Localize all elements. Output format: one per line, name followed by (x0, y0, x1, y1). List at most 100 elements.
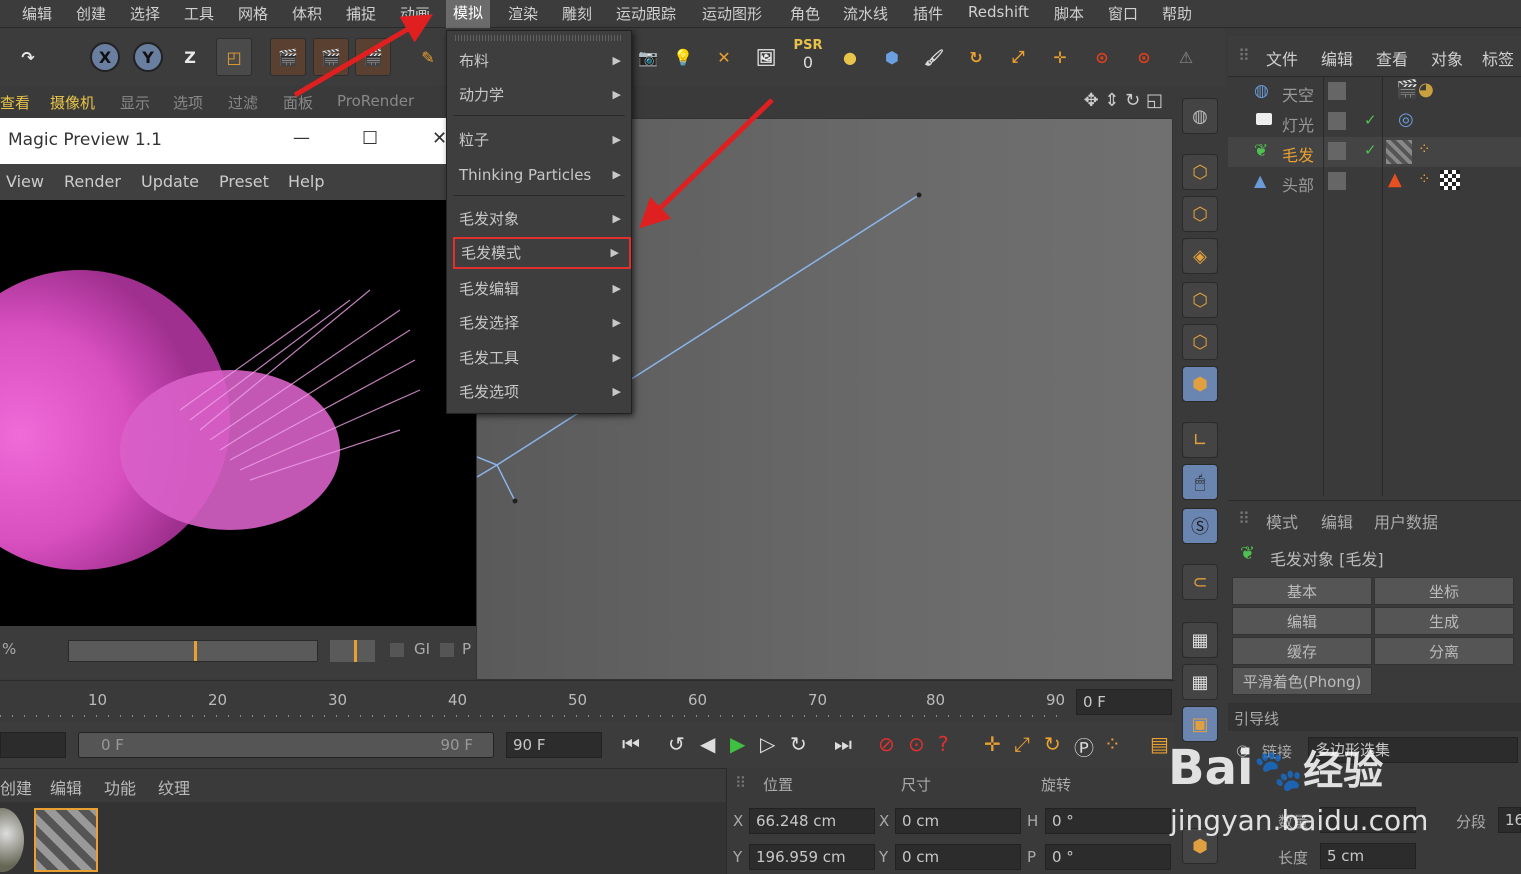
tab-basic[interactable]: 基本 (1232, 577, 1372, 605)
object-row[interactable]: ◍ 天空 🎬 ◕ (1228, 77, 1521, 107)
edges-mode-icon[interactable]: ⬡ (1182, 324, 1218, 360)
om-menu-tags[interactable]: 标签 (1482, 46, 1514, 70)
tab-phong[interactable]: 平滑着色(Phong) (1232, 667, 1372, 695)
size-x-field[interactable]: 0 cm (895, 808, 1021, 834)
autokey-icon[interactable]: ⊙ (908, 732, 925, 756)
am-menu-edit[interactable]: 编辑 (1321, 509, 1353, 533)
material-tag-icon[interactable]: ◕ (1418, 79, 1434, 100)
length-label: 长度 (1278, 849, 1309, 867)
am-menu-user-data[interactable]: 用户数据 (1374, 509, 1438, 533)
range-start-label: 0 F (101, 736, 124, 754)
key-pla-icon[interactable]: ⁘ (1104, 732, 1121, 756)
paw-icon: 🐾 (1253, 748, 1304, 794)
viewport-solo-icon[interactable]: ◍ (1182, 98, 1218, 134)
key-scale-icon[interactable]: ⤢ (1014, 732, 1030, 756)
om-menu-view[interactable]: 查看 (1376, 46, 1408, 70)
compositing-tag-icon[interactable]: 🎬 (1396, 79, 1418, 100)
record-icon[interactable]: ⊘ (878, 732, 895, 756)
selection-tag-icon[interactable]: ⁘ (1418, 140, 1431, 158)
layer-icon[interactable] (1328, 172, 1346, 190)
model-mode-icon[interactable]: ⬡ (1182, 154, 1218, 190)
material-swatch[interactable] (0, 808, 24, 872)
rot-p-label: P (1027, 848, 1037, 866)
mat-menu-edit[interactable]: 编辑 (50, 775, 82, 799)
end-frame-field[interactable]: 90 F (506, 732, 602, 758)
prev-frame-icon[interactable]: ◀ (700, 732, 715, 756)
object-name[interactable]: 天空 (1282, 82, 1314, 106)
mat-menu-function[interactable]: 功能 (104, 775, 136, 799)
texture-mode-icon[interactable]: ⬡ (1182, 196, 1218, 232)
current-frame-field[interactable]: 0 F (1076, 689, 1172, 715)
size-y-label: Y (879, 848, 889, 866)
grip-icon: ⠿ (1238, 46, 1250, 65)
timeline-tick-label: 80 (926, 691, 946, 709)
target-tag-icon[interactable]: ◎ (1398, 109, 1414, 130)
polygons-mode-icon[interactable]: ⬢ (1182, 366, 1218, 402)
object-name[interactable]: 灯光 (1282, 112, 1314, 136)
tab-edit[interactable]: 编辑 (1232, 607, 1372, 635)
hair-material-tag-icon[interactable] (1386, 140, 1412, 164)
object-name[interactable]: 毛发 (1282, 142, 1314, 166)
next-key-icon[interactable]: ↻ (790, 732, 807, 756)
watermark-brand2: 经验 (1303, 748, 1384, 794)
rot-p-field[interactable]: 0 ° (1045, 844, 1171, 870)
om-menu-file[interactable]: 文件 (1266, 46, 1298, 70)
layer-icon[interactable] (1328, 142, 1346, 160)
key-rotation-icon[interactable]: ↻ (1044, 732, 1061, 756)
timeline-ruler[interactable]: 10 20 30 40 50 60 70 80 90 0 F (0, 680, 1175, 720)
object-row-selected[interactable]: ❦ 毛发 ✓ ⁘ (1228, 137, 1521, 167)
tab-coordinates[interactable]: 坐标 (1374, 577, 1514, 605)
planar-workplane-icon[interactable]: ▦ (1182, 664, 1218, 700)
key-position-icon[interactable]: ✛ (984, 732, 1001, 756)
locked-workplane-icon[interactable]: ▦ (1182, 622, 1218, 658)
play-icon[interactable]: ▶ (730, 732, 745, 756)
go-to-end-icon[interactable]: ⏭ (834, 732, 852, 756)
object-row[interactable]: 灯光 ✓ ◎ (1228, 107, 1521, 137)
segment-field[interactable]: 16 (1498, 807, 1521, 833)
enabled-check-icon[interactable]: ✓ (1364, 141, 1377, 159)
go-to-start-icon[interactable]: ⏮ (622, 732, 640, 756)
timeline-window-icon[interactable]: ▤ (1150, 732, 1169, 756)
mat-menu-texture[interactable]: 纹理 (158, 775, 190, 799)
length-field[interactable]: 5 cm (1320, 843, 1416, 869)
layer-icon[interactable] (1328, 112, 1346, 130)
timeline-tick-label: 60 (688, 691, 708, 709)
tab-cache[interactable]: 缓存 (1232, 637, 1372, 665)
keyframe-selection-icon[interactable]: ? (938, 732, 949, 756)
pos-x-field[interactable]: 66.248 cm (749, 808, 875, 834)
timeline-tick-label: 30 (328, 691, 348, 709)
uvw-tag-icon[interactable] (1440, 170, 1460, 190)
coord-header-rotation: 旋转 (1041, 776, 1072, 794)
watermark-url: jingyan.baidu.com (1170, 804, 1429, 837)
key-param-icon[interactable]: Ⓟ (1074, 732, 1094, 761)
layer-icon[interactable] (1328, 82, 1346, 100)
next-frame-icon[interactable]: ▷ (760, 732, 775, 756)
am-menu-mode[interactable]: 模式 (1266, 509, 1298, 533)
render-region-icon[interactable]: ▣ (1182, 706, 1218, 742)
size-y-field[interactable]: 0 cm (895, 844, 1021, 870)
frame-range-slider[interactable]: 0 F 90 F (78, 732, 494, 758)
workplane-icon[interactable]: ◈ (1182, 238, 1218, 274)
mat-menu-create[interactable]: 创建 (0, 775, 32, 799)
points-mode-icon[interactable]: ⬡ (1182, 282, 1218, 318)
tweak-mode-icon[interactable]: 🖱 (1182, 464, 1218, 500)
rot-h-field[interactable]: 0 ° (1045, 808, 1171, 834)
hair-material-swatch[interactable] (34, 808, 98, 872)
selection-tag-icon[interactable]: ⁘ (1418, 170, 1431, 188)
om-menu-edit[interactable]: 编辑 (1321, 46, 1353, 70)
tab-generate[interactable]: 生成 (1374, 607, 1514, 635)
pos-y-field[interactable]: 196.959 cm (749, 844, 875, 870)
om-column-divider (1323, 76, 1324, 496)
enabled-check-icon[interactable]: ✓ (1364, 111, 1377, 129)
snap-icon[interactable]: Ⓢ (1182, 508, 1218, 544)
magnet-icon[interactable]: ⊂ (1182, 564, 1218, 600)
prev-key-icon[interactable]: ↺ (668, 732, 685, 756)
tab-detach[interactable]: 分离 (1374, 637, 1514, 665)
phong-tag-icon[interactable]: ▲ (1388, 169, 1402, 190)
axis-mode-icon[interactable]: ∟ (1182, 422, 1218, 458)
section-guides-bar: 引导线 (1228, 703, 1521, 731)
om-menu-objects[interactable]: 对象 (1431, 46, 1463, 70)
object-name[interactable]: 头部 (1282, 172, 1314, 196)
object-row[interactable]: ▲ 头部 ▲ ⁘ (1228, 167, 1521, 197)
start-frame-field[interactable] (0, 732, 66, 758)
